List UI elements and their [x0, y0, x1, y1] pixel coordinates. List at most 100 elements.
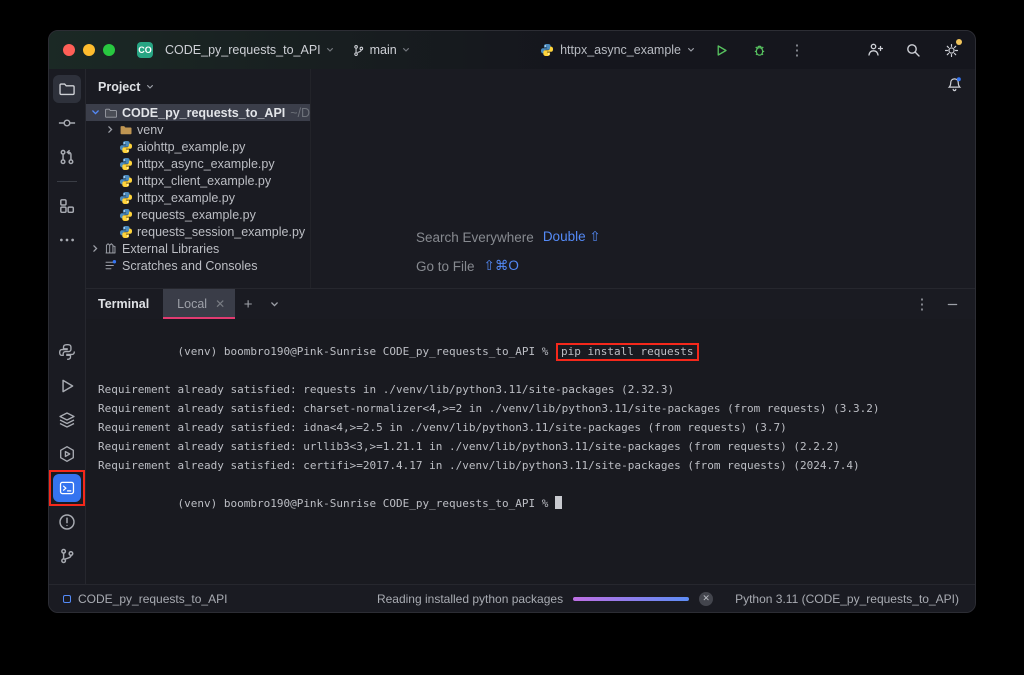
- search-everywhere-button[interactable]: [901, 38, 925, 62]
- project-panel-header[interactable]: Project: [86, 77, 310, 97]
- tree-row-scratches[interactable]: Scratches and Consoles: [86, 257, 310, 274]
- tree-row-project-root[interactable]: CODE_py_requests_to_API ~/Docu: [86, 104, 310, 121]
- terminal-line: (venv) boombro190@Pink-Sunrise CODE_py_r…: [98, 323, 975, 380]
- stripe-divider: [57, 181, 77, 182]
- project-tool-button[interactable]: [53, 75, 81, 103]
- chevron-down-icon[interactable]: [88, 108, 102, 117]
- chevron-down-icon: [402, 46, 410, 54]
- traffic-lights: [63, 44, 115, 56]
- progress-label: Reading installed python packages: [377, 592, 563, 606]
- project-panel: Project CODE_py_requests_to_API ~/Docu: [86, 69, 311, 288]
- library-icon: [102, 242, 119, 255]
- kebab-icon: ⋮: [790, 41, 805, 59]
- folder-icon: [117, 123, 134, 137]
- chevron-right-icon[interactable]: [103, 125, 117, 134]
- branch-widget[interactable]: main: [352, 43, 410, 57]
- structure-tool-button[interactable]: [53, 192, 81, 220]
- terminal-line: Requirement already satisfied: requests …: [98, 380, 975, 399]
- tree-row-file[interactable]: requests_session_example.py: [86, 223, 310, 240]
- python-file-icon: [117, 191, 134, 205]
- terminal-line: Requirement already satisfied: certifi>=…: [98, 456, 975, 475]
- tree-item-label: httpx_client_example.py: [137, 174, 271, 188]
- hint-goto-file-shortcut: ⇧⌘O: [484, 258, 519, 274]
- project-tree: CODE_py_requests_to_API ~/Docu venv: [86, 104, 310, 274]
- project-widget[interactable]: CO CODE_py_requests_to_API: [137, 42, 334, 58]
- tree-row-external-libraries[interactable]: External Libraries: [86, 240, 310, 257]
- python-file-icon: [117, 157, 134, 171]
- title-bar: CO CODE_py_requests_to_API main httpx_as…: [49, 31, 975, 69]
- code-with-me-button[interactable]: [863, 38, 887, 62]
- folder-icon: [102, 106, 119, 120]
- hint-goto-file: Go to File: [416, 259, 475, 274]
- kebab-icon: ⋮: [915, 295, 930, 313]
- settings-notification-dot: [956, 39, 962, 45]
- version-control-tool-button[interactable]: [53, 542, 81, 570]
- tree-row-file[interactable]: aiohttp_example.py: [86, 138, 310, 155]
- chevron-down-icon: [146, 83, 154, 91]
- terminal-prompt: (venv) boombro190@Pink-Sunrise CODE_py_r…: [177, 497, 555, 510]
- run-config-name: httpx_async_example: [560, 43, 681, 57]
- close-tab-icon[interactable]: ✕: [215, 297, 225, 311]
- terminal-tab-local[interactable]: Local ✕: [163, 289, 235, 319]
- tree-item-label: venv: [137, 123, 163, 137]
- services-tool-button[interactable]: [53, 406, 81, 434]
- tree-row-file[interactable]: httpx_client_example.py: [86, 172, 310, 189]
- terminal-cursor: [555, 496, 562, 509]
- debug-button[interactable]: [747, 38, 771, 62]
- run-tool-button[interactable]: [53, 372, 81, 400]
- more-actions-button[interactable]: ⋮: [785, 38, 809, 62]
- chevron-down-icon: [326, 46, 334, 54]
- zoom-window-button[interactable]: [103, 44, 115, 56]
- python-console-tool-button[interactable]: [53, 338, 81, 366]
- terminal-options-button[interactable]: ⋮: [909, 295, 935, 313]
- git-branch-icon: [352, 44, 365, 57]
- pull-requests-tool-button[interactable]: [53, 143, 81, 171]
- tree-item-label: requests_session_example.py: [137, 225, 305, 239]
- chevron-down-icon: [687, 46, 695, 54]
- tree-item-label: requests_example.py: [137, 208, 256, 222]
- python-packages-tool-button[interactable]: [53, 440, 81, 468]
- terminal-line: Requirement already satisfied: charset-n…: [98, 399, 975, 418]
- terminal-line: (venv) boombro190@Pink-Sunrise CODE_py_r…: [98, 475, 975, 532]
- status-project-widget[interactable]: CODE_py_requests_to_API: [63, 592, 227, 606]
- hint-search-everywhere: Search Everywhere: [416, 230, 534, 245]
- status-project-name: CODE_py_requests_to_API: [78, 592, 227, 606]
- python-file-icon: [117, 140, 134, 154]
- chevron-right-icon[interactable]: [88, 244, 102, 253]
- progress-bar: [573, 597, 689, 601]
- python-file-icon: [117, 225, 134, 239]
- commit-tool-button[interactable]: [53, 109, 81, 137]
- settings-button[interactable]: [939, 38, 963, 62]
- hint-search-everywhere-shortcut: Double ⇧: [543, 229, 601, 245]
- tree-item-label: External Libraries: [122, 242, 219, 256]
- notifications-button[interactable]: [946, 76, 963, 93]
- terminal-tool-button[interactable]: [53, 474, 81, 502]
- tree-item-label: CODE_py_requests_to_API: [122, 106, 285, 120]
- new-terminal-button[interactable]: +: [235, 289, 261, 319]
- tree-row-file[interactable]: httpx_async_example.py: [86, 155, 310, 172]
- tree-row-file[interactable]: requests_example.py: [86, 206, 310, 223]
- tree-row-file[interactable]: httpx_example.py: [86, 189, 310, 206]
- terminal-tab-label: Local: [177, 297, 207, 311]
- run-configuration-selector[interactable]: httpx_async_example: [540, 43, 695, 57]
- terminal-line: Requirement already satisfied: idna<4,>=…: [98, 418, 975, 437]
- pycharm-window: CO CODE_py_requests_to_API main httpx_as…: [48, 30, 976, 613]
- tree-item-path: ~/Docu: [290, 106, 310, 120]
- cancel-progress-button[interactable]: ✕: [699, 592, 713, 606]
- tree-row-venv[interactable]: venv: [86, 121, 310, 138]
- hide-terminal-button[interactable]: [939, 299, 965, 310]
- minimize-window-button[interactable]: [83, 44, 95, 56]
- terminal-output[interactable]: (venv) boombro190@Pink-Sunrise CODE_py_r…: [86, 319, 975, 584]
- problems-tool-button[interactable]: [53, 508, 81, 536]
- terminal-dropdown-button[interactable]: [261, 289, 287, 319]
- project-panel-title: Project: [98, 80, 140, 94]
- project-badge-icon: CO: [137, 42, 153, 58]
- terminal-panel-title[interactable]: Terminal: [86, 289, 163, 319]
- python-file-icon: [117, 174, 134, 188]
- interpreter-selector[interactable]: Python 3.11 (CODE_py_requests_to_API): [735, 592, 959, 606]
- run-button[interactable]: [709, 38, 733, 62]
- python-icon: [540, 43, 554, 57]
- project-square-icon: [63, 595, 71, 603]
- close-window-button[interactable]: [63, 44, 75, 56]
- more-tool-windows-button[interactable]: [53, 226, 81, 254]
